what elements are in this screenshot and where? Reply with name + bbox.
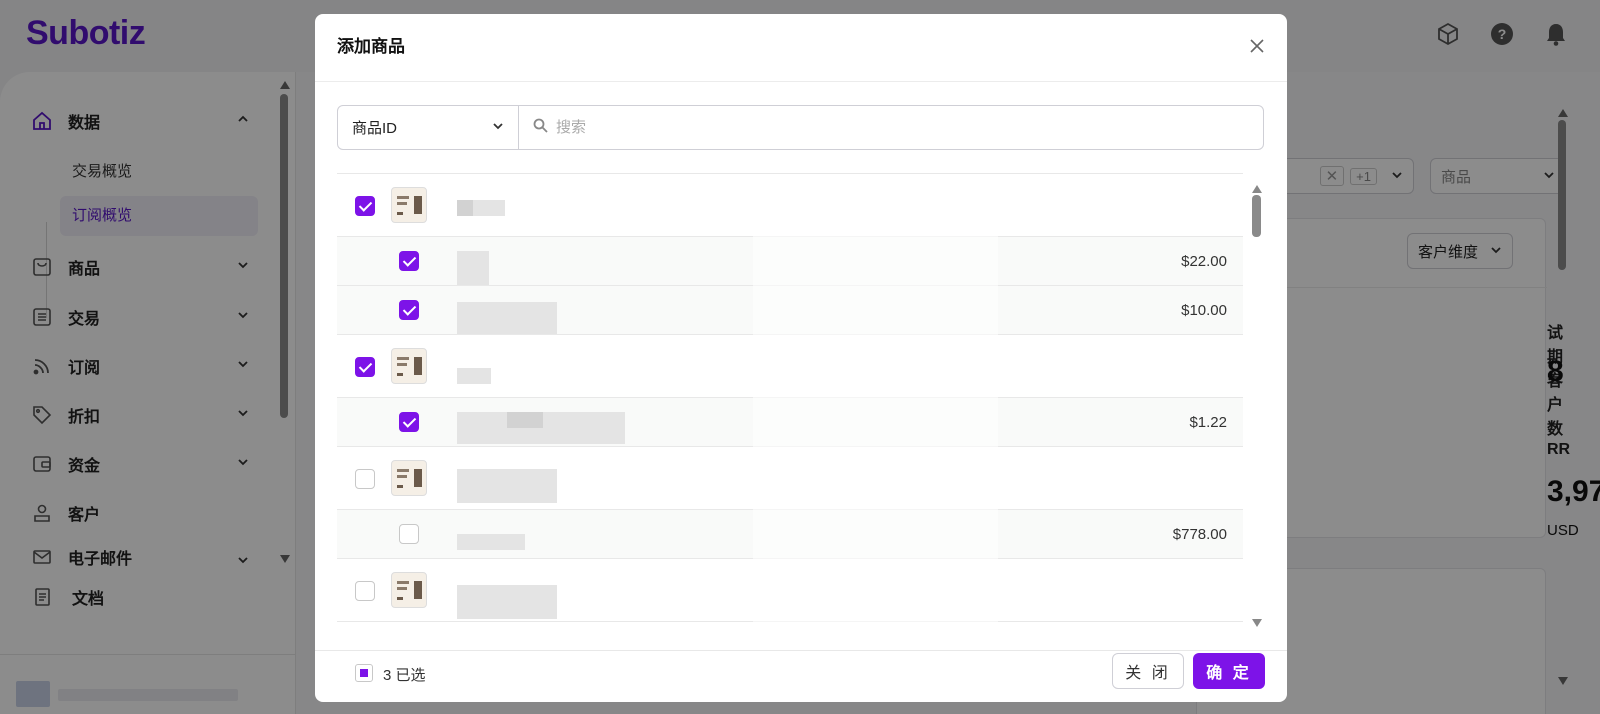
search-icon (533, 118, 548, 138)
row-checkbox[interactable] (399, 524, 419, 544)
row-checkbox[interactable] (355, 357, 375, 377)
row-checkbox[interactable] (355, 196, 375, 216)
price-value: $778.00 (1172, 526, 1227, 543)
product-thumbnail (391, 187, 427, 223)
product-thumbnail (391, 348, 427, 384)
price-value: $1.22 (1189, 414, 1227, 431)
price-name-redacted (457, 251, 489, 285)
row-checkbox[interactable] (399, 251, 419, 271)
scroll-down-arrow-icon[interactable] (1252, 614, 1262, 632)
search-input[interactable] (556, 119, 1156, 136)
product-thumbnail (391, 572, 427, 608)
confirm-button[interactable]: 确 定 (1193, 653, 1265, 689)
price-value: $22.00 (1181, 253, 1227, 270)
selected-indicator[interactable] (355, 664, 373, 682)
row-checkbox[interactable] (355, 581, 375, 601)
close-button[interactable]: 关 闭 (1112, 653, 1184, 689)
selected-count: 3 已选 (383, 667, 426, 684)
price-name-redacted (457, 302, 557, 334)
row-checkbox[interactable] (399, 300, 419, 320)
modal-title: 添加商品 (337, 37, 405, 56)
chevron-down-icon (492, 119, 504, 136)
product-name-redacted (457, 368, 491, 384)
close-icon[interactable] (1245, 34, 1269, 58)
divider (315, 81, 1287, 82)
product-name-redacted (457, 585, 557, 619)
row-checkbox[interactable] (355, 469, 375, 489)
redacted-pixel (457, 200, 473, 216)
row-checkbox[interactable] (399, 412, 419, 432)
price-value: $10.00 (1181, 302, 1227, 319)
search-group: 商品ID (337, 105, 1264, 150)
search-field-select-label: 商品ID (352, 120, 398, 137)
add-product-modal: 添加商品 商品ID $22.00 $10 (315, 14, 1287, 702)
product-thumbnail (391, 460, 427, 496)
price-name-redacted (457, 534, 525, 550)
modal-footer: 3 已选 关 闭 确 定 (315, 650, 1287, 702)
redacted-pixel (507, 412, 543, 428)
search-field-select[interactable]: 商品ID (338, 106, 519, 149)
product-name-redacted (457, 469, 557, 503)
search-box (519, 106, 1263, 149)
list-scrollbar[interactable] (1252, 195, 1261, 237)
redaction-overlay (753, 188, 998, 653)
